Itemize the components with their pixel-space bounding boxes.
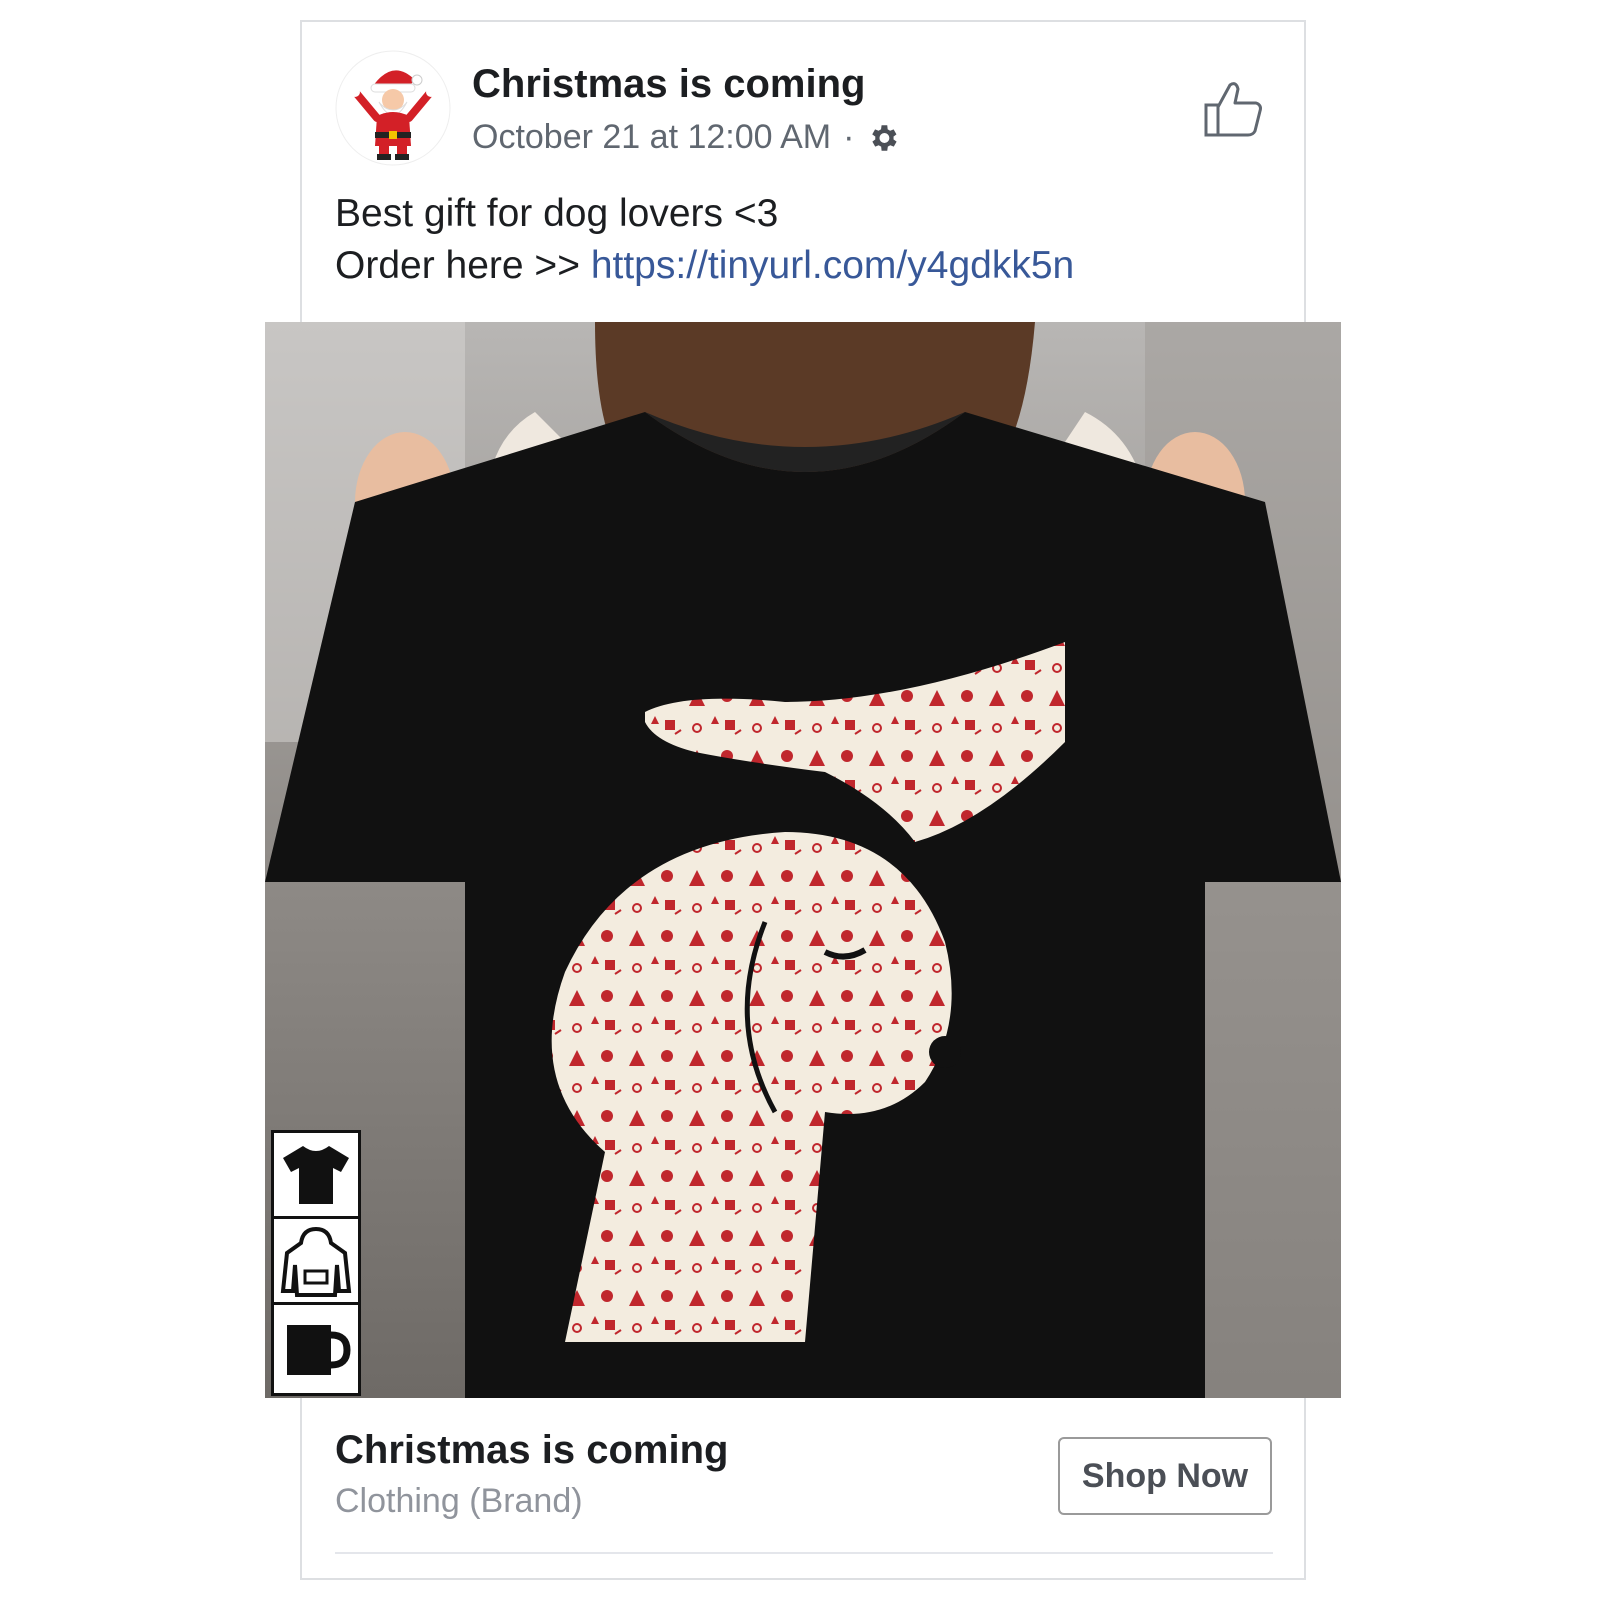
- order-link[interactable]: https://tinyurl.com/y4gdkk5n: [591, 244, 1074, 287]
- post-message-line1: Best gift for dog lovers <3: [335, 192, 779, 235]
- cta-title[interactable]: Christmas is coming: [335, 1428, 728, 1473]
- gear-icon[interactable]: [866, 121, 900, 155]
- footer-divider: [335, 1552, 1273, 1554]
- mug-option[interactable]: [274, 1305, 358, 1391]
- tshirt-option[interactable]: [274, 1133, 358, 1219]
- post-meta: October 21 at 12:00 AM ·: [472, 118, 900, 157]
- meta-separator: ·: [843, 118, 855, 156]
- hoodie-icon: [280, 1226, 352, 1297]
- product-type-switcher: [271, 1130, 361, 1396]
- page-name[interactable]: Christmas is coming: [472, 62, 865, 107]
- t-shirt-icon: [283, 1145, 349, 1204]
- santa-icon: [335, 50, 451, 166]
- tshirt-product-image: [265, 322, 1341, 1398]
- hoodie-option[interactable]: [274, 1219, 358, 1305]
- page-avatar[interactable]: [335, 50, 451, 166]
- post-message-line2: Order here >> https://tinyurl.com/y4gdkk…: [335, 244, 1074, 288]
- thumbs-up-icon: [1204, 82, 1262, 137]
- post-timestamp[interactable]: October 21 at 12:00 AM: [472, 118, 831, 157]
- like-button[interactable]: [1200, 75, 1266, 141]
- post-photo[interactable]: [265, 322, 1341, 1398]
- mug-icon: [287, 1325, 351, 1375]
- shop-now-button[interactable]: Shop Now: [1058, 1437, 1272, 1515]
- order-prefix: Order here >>: [335, 244, 591, 287]
- cta-subtitle: Clothing (Brand): [335, 1482, 583, 1520]
